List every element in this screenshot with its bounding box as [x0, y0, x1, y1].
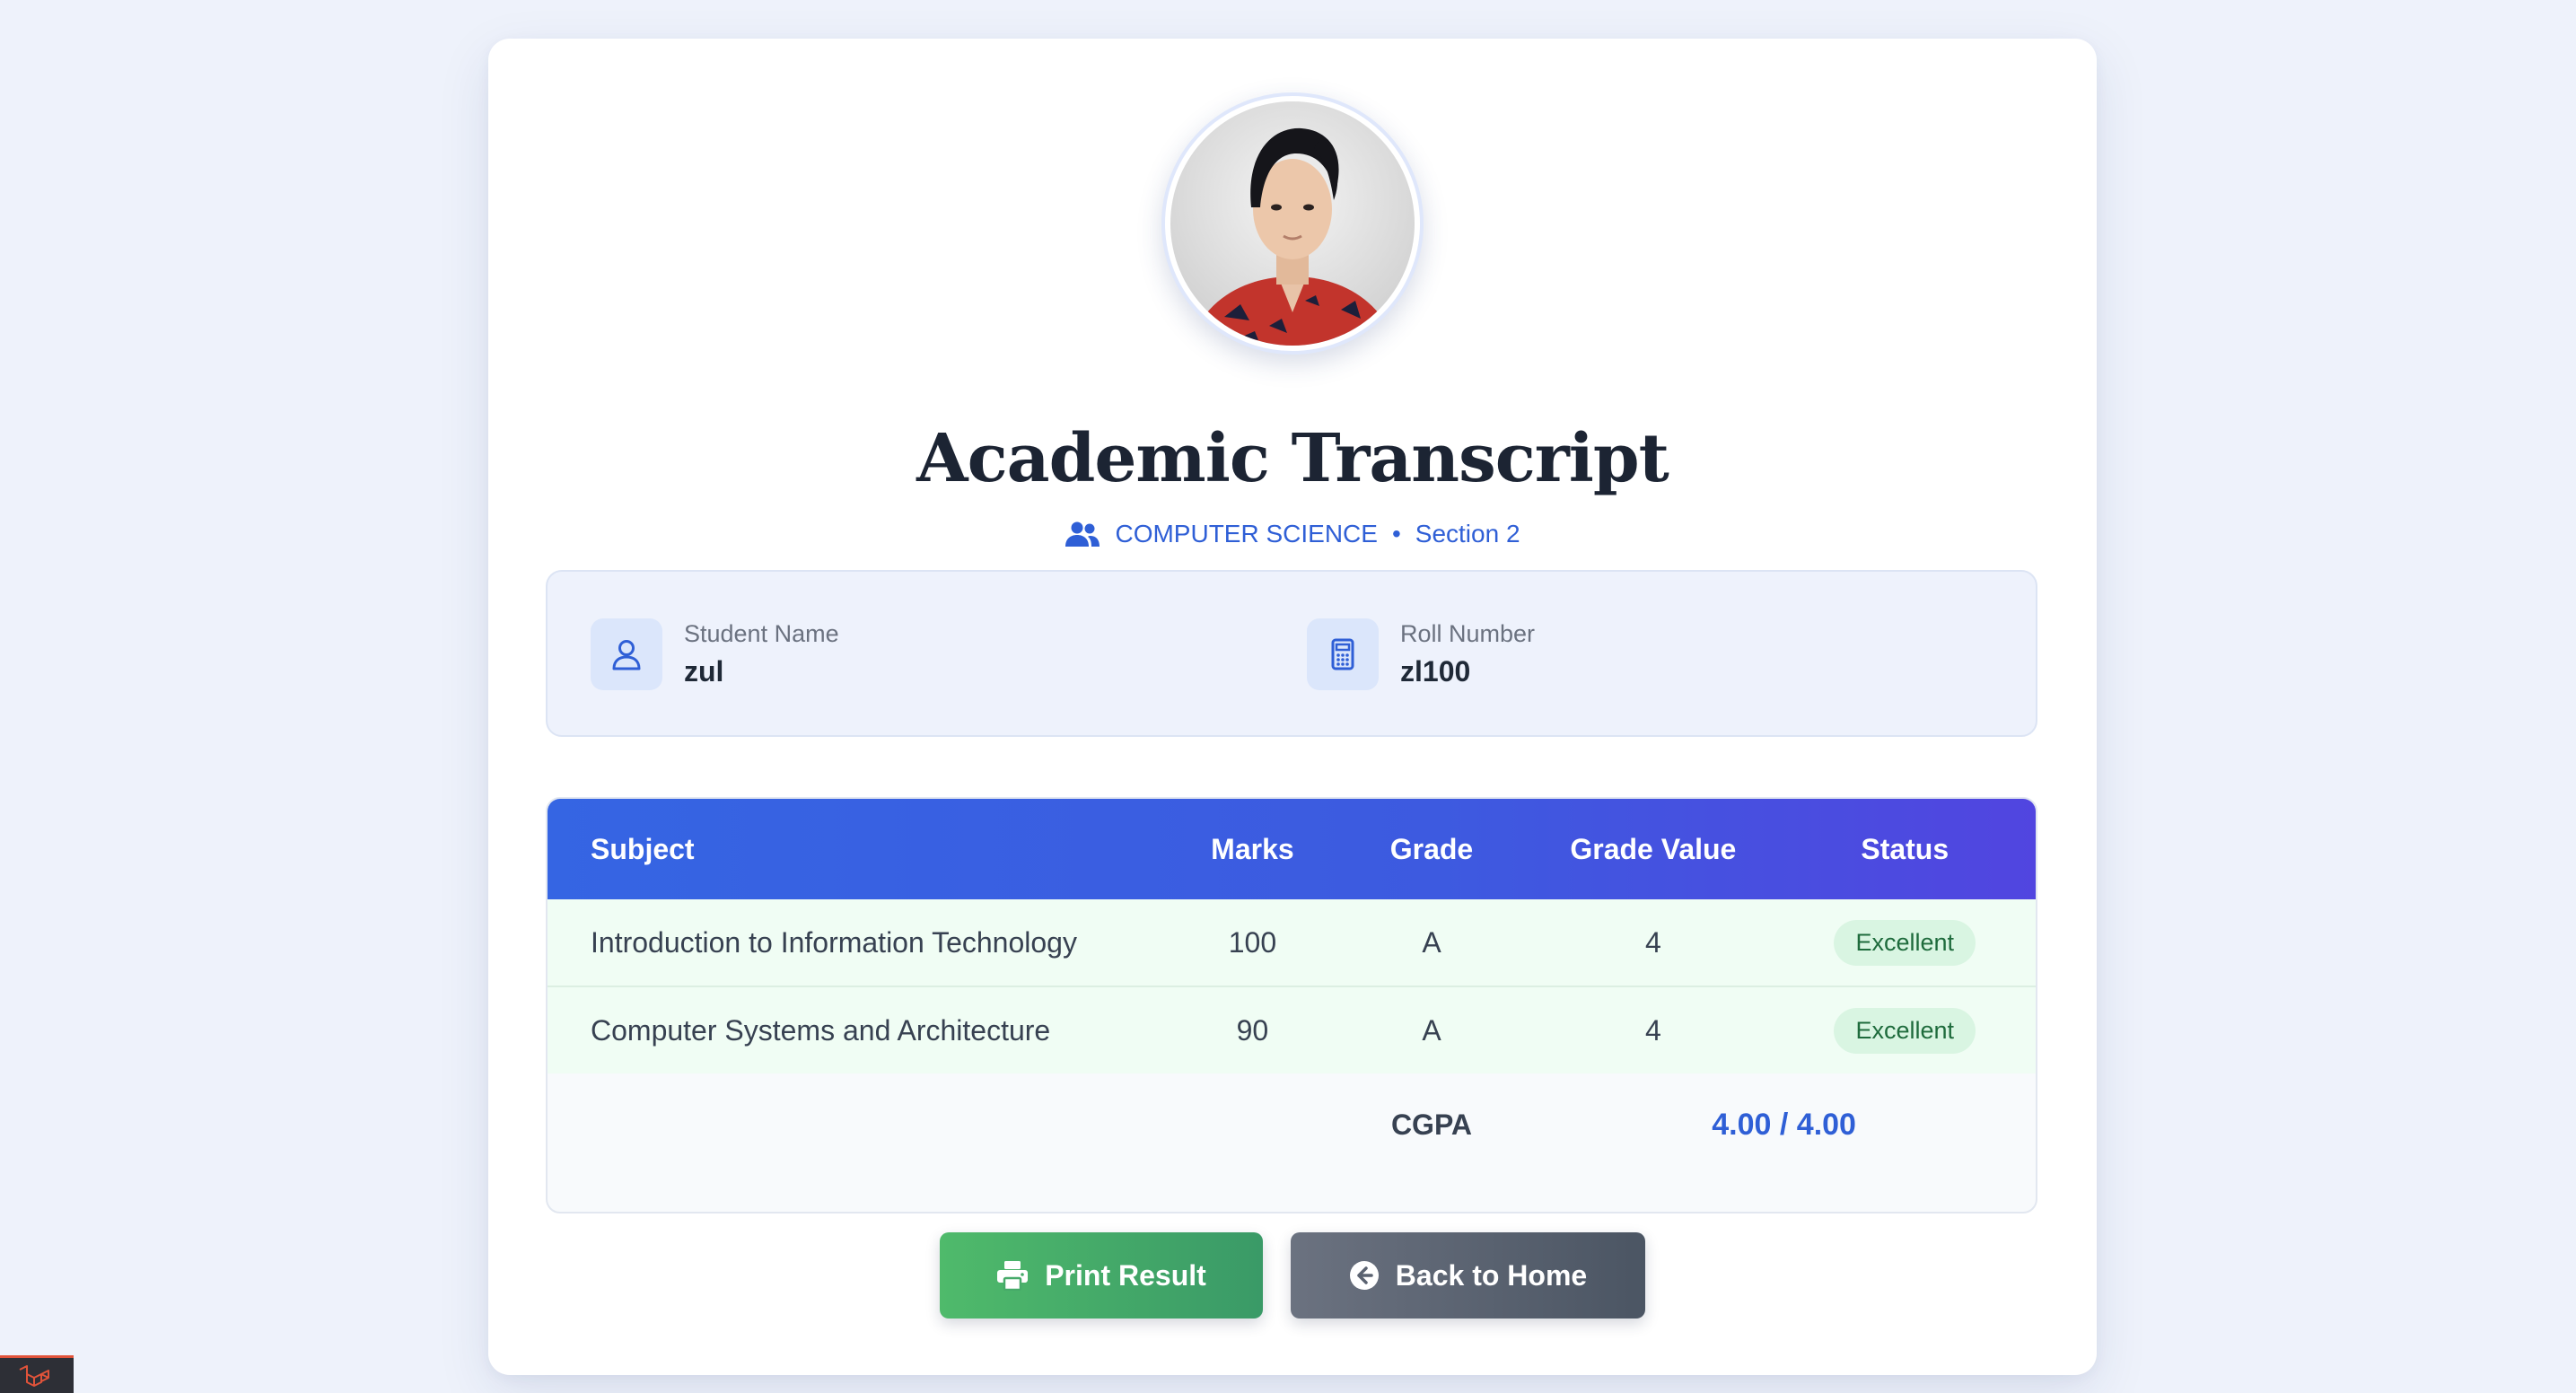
student-info-panel: Student Name zul Roll Number zl100	[546, 570, 2037, 737]
grade-value-cell: 4	[1644, 925, 1661, 959]
department-name: COMPUTER SCIENCE	[1115, 520, 1378, 548]
header-subject: Subject	[591, 832, 695, 865]
status-badge: Excellent	[1834, 919, 1976, 966]
grade-cell: A	[1330, 986, 1533, 1073]
print-result-label: Print Result	[1045, 1258, 1206, 1292]
table-row: Introduction to Information Technology 1…	[548, 899, 2036, 986]
user-icon	[591, 618, 662, 690]
table-header-row: Subject Marks Grade Grade Value Status	[548, 799, 2036, 899]
transcript-card: Academic Transcript COMPUTER SCIENCE • S…	[488, 39, 2097, 1375]
status-cell: Excellent	[1774, 986, 2036, 1073]
subject-cell: Computer Systems and Architecture	[548, 986, 1175, 1073]
header-grade-value: Grade Value	[1570, 832, 1737, 865]
section-name: Section 2	[1415, 520, 1520, 548]
cgpa-row: CGPA 4.00 / 4.00	[548, 1073, 2036, 1177]
header-marks: Marks	[1211, 832, 1294, 865]
cgpa-label: CGPA	[1390, 1108, 1473, 1141]
page-title: Academic Transcript	[916, 420, 1669, 497]
marks-cell: 90	[1174, 986, 1331, 1073]
department-line: COMPUTER SCIENCE • Section 2	[488, 516, 2097, 552]
student-name-label: Student Name	[684, 620, 839, 647]
back-to-home-label: Back to Home	[1395, 1258, 1588, 1292]
cgpa-value: 4.00 / 4.00	[1712, 1108, 1856, 1142]
student-avatar	[1170, 101, 1415, 346]
header-status: Status	[1861, 832, 1950, 865]
arrow-circle-left-icon	[1349, 1261, 1379, 1290]
printer-icon	[997, 1261, 1029, 1291]
back-to-home-button[interactable]: Back to Home	[1291, 1232, 1645, 1319]
laravel-logo-icon[interactable]	[0, 1355, 74, 1393]
student-name-value: zul	[684, 655, 724, 688]
status-badge: Excellent	[1834, 1007, 1976, 1054]
avatar-frame	[1161, 92, 1424, 355]
status-cell: Excellent	[1774, 899, 2037, 986]
roll-number-field: Roll Number zl100	[1307, 618, 1535, 690]
roll-number-label: Roll Number	[1400, 620, 1536, 647]
print-result-button[interactable]: Print Result	[940, 1232, 1263, 1319]
header-grade: Grade	[1389, 832, 1474, 865]
student-name-field: Student Name zul	[591, 618, 839, 690]
table-row: Computer Systems and Architecture 90 A 4…	[548, 986, 2036, 1073]
separator: •	[1391, 520, 1401, 548]
results-table: Subject Marks Grade Grade Value Status I…	[546, 797, 2037, 1213]
roll-number-value: zl100	[1400, 655, 1471, 688]
marks-cell: 100	[1228, 925, 1277, 959]
users-icon	[1065, 521, 1100, 547]
calculator-icon	[1307, 618, 1379, 690]
grade-value-cell: 4	[1532, 986, 1774, 1073]
subject-cell: Introduction to Information Technology	[591, 925, 1077, 959]
grade-cell: A	[1422, 925, 1441, 959]
